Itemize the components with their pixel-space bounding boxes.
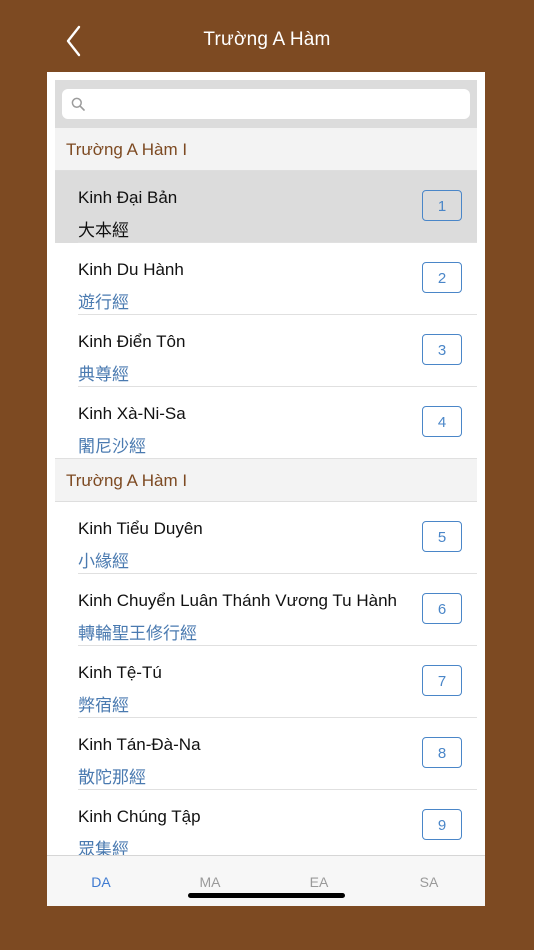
sutra-chinese-title: 小緣經 <box>78 552 129 572</box>
list-item[interactable]: Kinh Điển Tôn 典尊經 3 <box>55 315 477 387</box>
sutra-title: Kinh Đại Bản <box>78 188 178 207</box>
section-header: Trường A Hàm I <box>55 128 477 171</box>
sutra-number-button[interactable]: 4 <box>422 406 462 437</box>
tab-ea[interactable]: EA <box>289 874 349 890</box>
list-item[interactable]: Kinh Xà-Ni-Sa 闍尼沙經 4 <box>55 387 477 459</box>
list-item[interactable]: Kinh Chúng Tập 眾集經 9 <box>55 790 477 855</box>
sutra-chinese-title: 遊行經 <box>78 293 129 313</box>
sutra-chinese-title: 闍尼沙經 <box>78 437 146 457</box>
list-item[interactable]: Kinh Du Hành 遊行經 2 <box>55 243 477 315</box>
list-item[interactable]: Kinh Đại Bản 大本經 1 <box>55 171 477 243</box>
search-icon <box>71 97 85 111</box>
sutra-number-button[interactable]: 9 <box>422 809 462 840</box>
section-title: Trường A Hàm I <box>66 471 188 490</box>
tab-ma[interactable]: MA <box>180 874 240 890</box>
list-item[interactable]: Kinh Tệ-Tú 弊宿經 7 <box>55 646 477 718</box>
sutra-chinese-title: 大本經 <box>78 221 129 241</box>
tab-bar: DA MA EA SA <box>47 855 485 906</box>
sutra-chinese-title: 典尊經 <box>78 365 129 385</box>
sutra-title: Kinh Tán-Đà-Na <box>78 735 201 754</box>
sutra-chinese-title: 散陀那經 <box>78 768 146 788</box>
sutra-title: Kinh Du Hành <box>78 260 184 279</box>
sutra-number-button[interactable]: 3 <box>422 334 462 365</box>
sutra-title: Kinh Điển Tôn <box>78 332 186 351</box>
sutra-list[interactable]: Trường A Hàm I Kinh Đại Bản 大本經 1 Kinh Du Hà… <box>55 128 477 855</box>
sutra-chinese-title: 轉輪聖王修行經 <box>78 624 197 644</box>
list-item[interactable]: Kinh Tán-Đà-Na 散陀那經 8 <box>55 718 477 790</box>
tab-sa[interactable]: SA <box>399 874 459 890</box>
sutra-number-button[interactable]: 7 <box>422 665 462 696</box>
sutra-number-button[interactable]: 8 <box>422 737 462 768</box>
tab-da[interactable]: DA <box>71 874 131 890</box>
content-panel: Trường A Hàm I Kinh Đại Bản 大本經 1 Kinh Du Hà… <box>47 72 485 906</box>
sutra-title: Kinh Chuyển Luân Thánh Vương Tu Hành <box>78 591 397 610</box>
search-bar <box>55 80 477 128</box>
list-item[interactable]: Kinh Tiểu Duyên 小緣經 5 <box>55 502 477 574</box>
sutra-number-button[interactable]: 6 <box>422 593 462 624</box>
sutra-title: Kinh Chúng Tập <box>78 807 201 826</box>
sutra-title: Kinh Xà-Ni-Sa <box>78 404 186 423</box>
section-title: Trường A Hàm I <box>66 140 188 159</box>
page-title: Trường A Hàm <box>203 29 331 50</box>
sutra-number-button[interactable]: 2 <box>422 262 462 293</box>
section-header: Trường A Hàm I <box>55 459 477 502</box>
list-item[interactable]: Kinh Chuyển Luân Thánh Vương Tu Hành 轉輪聖王… <box>55 574 477 646</box>
sutra-chinese-title: 眾集經 <box>78 840 129 855</box>
sutra-chinese-title: 弊宿經 <box>78 696 129 716</box>
sutra-number-button[interactable]: 5 <box>422 521 462 552</box>
sutra-title: Kinh Tệ-Tú <box>78 663 162 682</box>
sutra-title: Kinh Tiểu Duyên <box>78 519 203 538</box>
home-indicator <box>188 893 345 898</box>
sutra-number-button[interactable]: 1 <box>422 190 462 221</box>
search-input[interactable] <box>62 89 470 119</box>
navigation-bar: Trường A Hàm <box>0 0 534 82</box>
